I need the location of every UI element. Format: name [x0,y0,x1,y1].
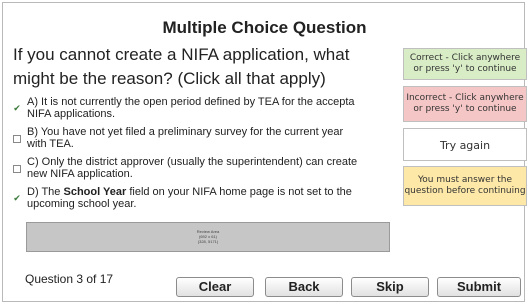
empty-checkbox-icon [13,165,21,173]
try-again-feedback: Try again [403,128,527,161]
slide-title: Multiple Choice Question [162,18,367,37]
incorrect-feedback[interactable]: Incorrect - Click anywhere or press 'y' … [403,86,527,122]
option-a-line1: A) It is not currently the open period d… [27,96,355,108]
option-c-line1: C) Only the district approver (usually t… [27,156,358,168]
skip-button[interactable]: Skip [351,277,429,297]
option-d-post: field on your NIFA home page is not set … [126,186,352,198]
question-counter: Question 3 of 17 [25,272,114,286]
check-mark-icon: ✔ [13,193,21,203]
option-d-pre: D) The [27,186,64,198]
option-b-line2: with TEA. [27,138,74,150]
question-text: If you cannot create a NIFA application,… [13,45,350,88]
empty-checkbox-icon [13,135,21,143]
answer-options: ✔ A) It is not currently the open period… [13,96,401,216]
review-area-position: (328, 5171) [197,239,219,244]
clear-button[interactable]: Clear [176,277,254,297]
answer-option-c[interactable]: C) Only the district approver (usually t… [13,156,401,186]
option-b-line1: B) You have not yet filed a preliminary … [27,126,344,138]
submit-button[interactable]: Submit [437,277,521,297]
answer-option-a[interactable]: ✔ A) It is not currently the open period… [13,96,401,126]
correct-feedback[interactable]: Correct - Click anywhere or press 'y' to… [403,48,527,80]
back-button[interactable]: Back [265,277,343,297]
answer-option-d[interactable]: ✔ D) The School Year field on your NIFA … [13,186,401,216]
review-area: Review Area (692 x 61) (328, 5171) [26,222,390,252]
check-mark-icon: ✔ [13,103,21,113]
option-d-line1: D) The School Year field on your NIFA ho… [27,186,401,198]
option-d-bold: School Year [63,186,127,198]
answer-option-b[interactable]: B) You have not yet filed a preliminary … [13,126,401,156]
must-answer-feedback: You must answer the question before cont… [403,166,527,206]
option-a-line2: NIFA applications. [27,108,116,120]
option-d-line2: upcoming school year. [27,198,137,210]
option-c-line2: new NIFA application. [27,168,133,180]
